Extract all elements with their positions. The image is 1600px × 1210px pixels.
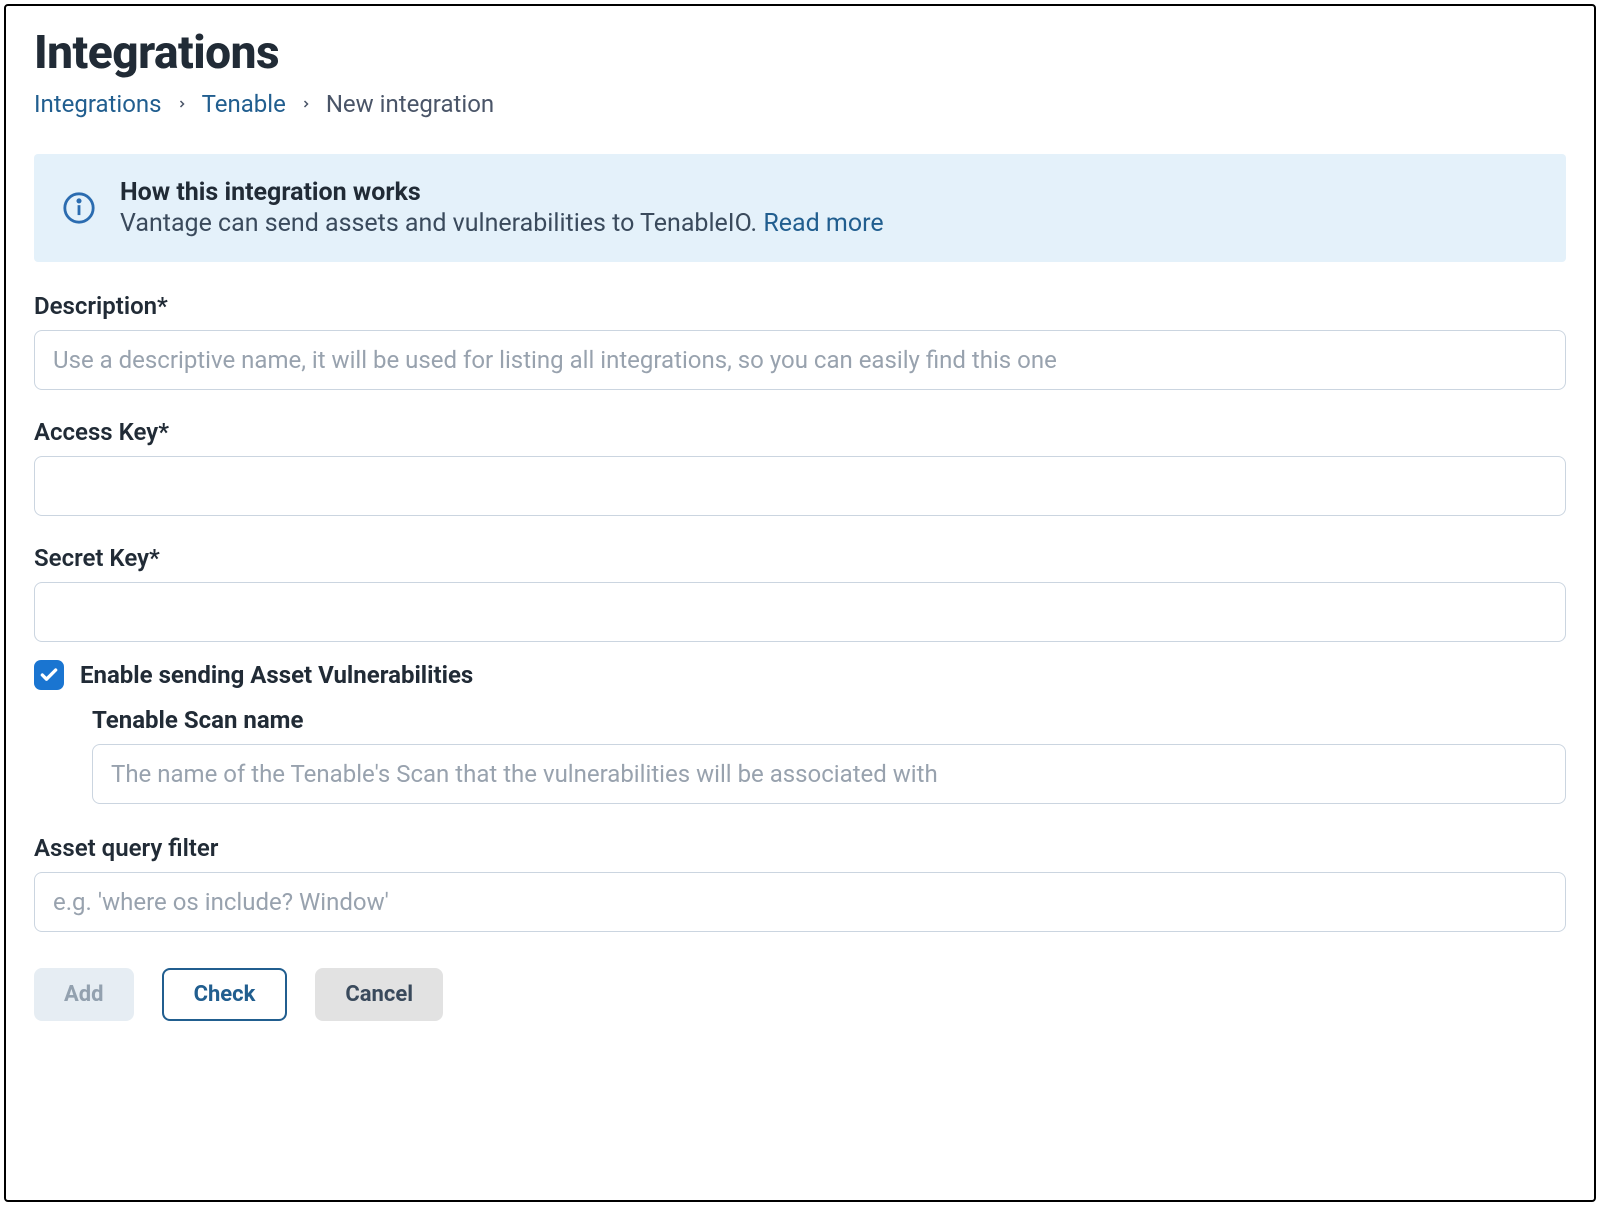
info-banner-description: Vantage can send assets and vulnerabilit… — [120, 209, 1538, 238]
info-banner: How this integration works Vantage can s… — [34, 154, 1566, 262]
description-input[interactable] — [34, 330, 1566, 390]
access-key-input[interactable] — [34, 456, 1566, 516]
enable-vulnerabilities-checkbox[interactable] — [34, 660, 64, 690]
info-icon — [62, 191, 96, 225]
read-more-link[interactable]: Read more — [763, 209, 883, 238]
breadcrumb-link-integrations[interactable]: Integrations — [34, 90, 162, 118]
breadcrumb: Integrations Tenable New integration — [34, 90, 1566, 118]
check-button[interactable]: Check — [162, 968, 288, 1021]
scan-name-input[interactable] — [92, 744, 1566, 804]
access-key-label: Access Key* — [34, 418, 1566, 446]
add-button[interactable]: Add — [34, 968, 134, 1021]
breadcrumb-link-tenable[interactable]: Tenable — [202, 90, 286, 118]
scan-name-label: Tenable Scan name — [92, 706, 1566, 734]
chevron-right-icon — [300, 98, 312, 110]
breadcrumb-current: New integration — [326, 90, 494, 118]
asset-query-input[interactable] — [34, 872, 1566, 932]
enable-vulnerabilities-label: Enable sending Asset Vulnerabilities — [80, 661, 473, 689]
description-label: Description* — [34, 292, 1566, 320]
info-banner-title: How this integration works — [120, 178, 1538, 207]
secret-key-input[interactable] — [34, 582, 1566, 642]
chevron-right-icon — [176, 98, 188, 110]
cancel-button[interactable]: Cancel — [315, 968, 443, 1021]
asset-query-label: Asset query filter — [34, 834, 1566, 862]
secret-key-label: Secret Key* — [34, 544, 1566, 572]
page-title: Integrations — [34, 26, 1566, 80]
